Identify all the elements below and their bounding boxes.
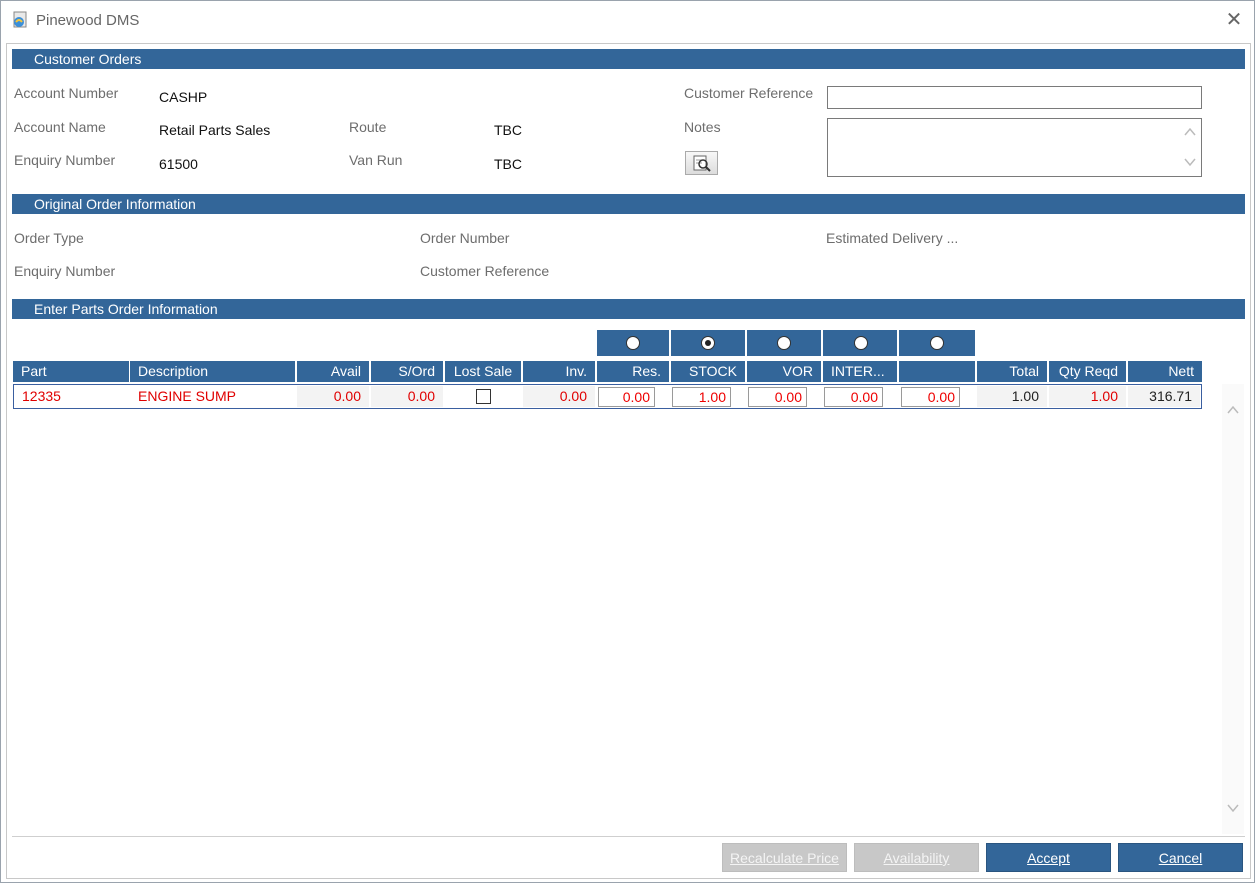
- account-name-label: Account Name: [14, 119, 106, 135]
- lost-sale-checkbox[interactable]: [476, 389, 491, 404]
- res-input[interactable]: 0.00: [598, 387, 655, 407]
- van-run-label: Van Run: [349, 152, 403, 168]
- col-inv[interactable]: Inv.: [523, 361, 595, 382]
- van-run-value: TBC: [494, 156, 522, 172]
- account-number-label: Account Number: [14, 85, 119, 101]
- radio-cell-stock: [671, 330, 745, 356]
- inter-input[interactable]: 0.00: [824, 387, 883, 407]
- col-stock[interactable]: STOCK: [671, 361, 745, 382]
- col-lost-sale[interactable]: Lost Sale: [445, 361, 521, 382]
- col-inter[interactable]: INTER...: [823, 361, 897, 382]
- accept-label: Accept: [1027, 850, 1070, 866]
- original-enquiry-number-label: Enquiry Number: [14, 263, 116, 279]
- radio-res[interactable]: [626, 336, 640, 350]
- customer-reference-input[interactable]: [827, 86, 1202, 109]
- title-bar: Pinewood DMS ✕: [1, 1, 1254, 41]
- cell-description[interactable]: ENGINE SUMP: [130, 386, 295, 407]
- window-title: Pinewood DMS: [36, 12, 140, 29]
- radio-inter[interactable]: [854, 336, 868, 350]
- col-blank[interactable]: [899, 361, 975, 382]
- route-value: TBC: [494, 122, 522, 138]
- col-s-ord[interactable]: S/Ord: [371, 361, 443, 382]
- cancel-label: Cancel: [1158, 850, 1203, 866]
- cancel-button[interactable]: Cancel: [1118, 843, 1243, 872]
- radio-cell-inter: [823, 330, 897, 356]
- radio-cell-vor: [747, 330, 821, 356]
- account-number-value: CASHP: [159, 89, 208, 105]
- scroll-up-icon[interactable]: [1183, 126, 1197, 138]
- col-nett[interactable]: Nett: [1128, 361, 1202, 382]
- scroll-down-icon[interactable]: [1183, 156, 1197, 168]
- cell-inv: 0.00: [523, 386, 595, 407]
- radio-vor[interactable]: [777, 336, 791, 350]
- notes-label: Notes: [684, 119, 721, 135]
- footer-divider: [12, 836, 1245, 837]
- radio-blank[interactable]: [930, 336, 944, 350]
- enquiry-number-label: Enquiry Number: [14, 152, 116, 168]
- section-customer-orders: Customer Orders: [12, 49, 1245, 69]
- cell-qty-reqd: 1.00: [1049, 386, 1126, 407]
- cell-part[interactable]: 12335: [14, 386, 129, 407]
- close-icon[interactable]: ✕: [1221, 7, 1247, 33]
- order-number-label: Order Number: [420, 230, 510, 246]
- radio-stock[interactable]: [701, 336, 715, 350]
- blank-input[interactable]: 0.00: [901, 387, 960, 407]
- enquiry-number-value: 61500: [159, 156, 198, 172]
- notes-textarea[interactable]: [827, 118, 1202, 177]
- account-name-value: Retail Parts Sales: [159, 122, 271, 138]
- col-description[interactable]: Description: [130, 361, 295, 382]
- radio-cell-res: [597, 330, 669, 356]
- app-icon: [13, 11, 27, 28]
- col-res[interactable]: Res.: [597, 361, 669, 382]
- grid-scrollbar[interactable]: [1222, 384, 1244, 834]
- estimated-delivery-label: Estimated Delivery ...: [826, 230, 959, 246]
- recalculate-price-button[interactable]: Recalculate Price: [722, 843, 847, 872]
- customer-reference-label: Customer Reference: [684, 85, 814, 101]
- vor-input[interactable]: 0.00: [748, 387, 807, 407]
- col-vor[interactable]: VOR: [747, 361, 821, 382]
- section-original-order: Original Order Information: [12, 194, 1245, 214]
- dialog-window: Pinewood DMS ✕ Customer Orders Account N…: [0, 0, 1255, 883]
- grid-scroll-up-icon[interactable]: [1226, 404, 1240, 416]
- stock-input[interactable]: 1.00: [672, 387, 731, 407]
- accept-button[interactable]: Accept: [986, 843, 1111, 872]
- magnifier-icon: [693, 155, 711, 172]
- route-label: Route: [349, 119, 387, 135]
- radio-cell-blank: [899, 330, 975, 356]
- availability-button[interactable]: Availability: [854, 843, 979, 872]
- order-type-label: Order Type: [14, 230, 84, 246]
- section-parts-order: Enter Parts Order Information: [12, 299, 1245, 319]
- grid-scroll-down-icon[interactable]: [1226, 802, 1240, 814]
- col-total[interactable]: Total: [977, 361, 1047, 382]
- original-customer-reference-label: Customer Reference: [420, 263, 550, 279]
- col-avail[interactable]: Avail: [297, 361, 369, 382]
- col-qty-reqd[interactable]: Qty Reqd: [1049, 361, 1126, 382]
- notes-search-button[interactable]: [685, 151, 718, 175]
- col-part[interactable]: Part: [13, 361, 129, 382]
- cell-avail: 0.00: [297, 386, 369, 407]
- cell-s-ord: 0.00: [371, 386, 443, 407]
- cell-total: 1.00: [977, 386, 1047, 407]
- cell-nett: 316.71: [1128, 386, 1200, 407]
